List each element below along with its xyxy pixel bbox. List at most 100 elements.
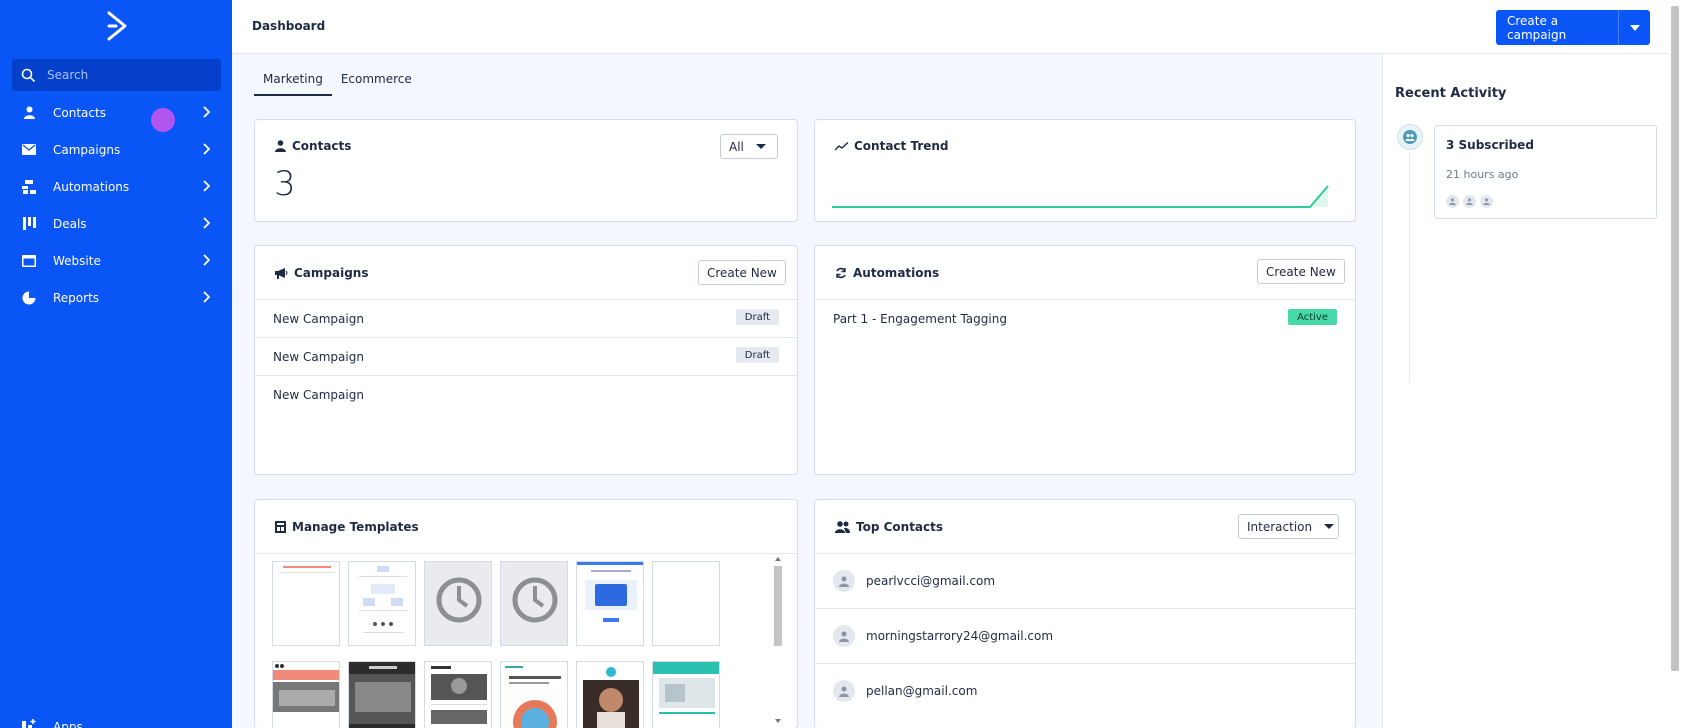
create-campaign-label: Create a campaign xyxy=(1507,13,1567,42)
sidebar-item-website[interactable]: Website xyxy=(0,242,232,279)
pie-chart-icon xyxy=(22,291,36,305)
manage-templates-card: Manage Templates xyxy=(254,499,798,728)
sidebar-item-label: Apps xyxy=(53,720,83,728)
search-icon xyxy=(21,68,35,82)
card-title: Contact Trend xyxy=(835,139,949,153)
top-contacts-title: Top Contacts xyxy=(856,520,944,534)
template-thumbnail[interactable] xyxy=(652,561,720,646)
card-title: Campaigns xyxy=(275,266,368,280)
contacts-filter-dropdown[interactable]: All xyxy=(720,134,778,159)
sidebar-item-label: Campaigns xyxy=(53,142,121,157)
contact-email: pearlvcci@gmail.com xyxy=(866,574,996,588)
sidebar-item-apps[interactable]: Apps xyxy=(0,712,232,728)
automations-title: Automations xyxy=(853,266,940,280)
contacts-filter-value: All xyxy=(729,139,744,154)
card-title: Contacts xyxy=(275,139,351,153)
create-new-campaign-button[interactable]: Create New xyxy=(698,260,786,285)
template-thumbnail[interactable] xyxy=(576,661,644,728)
activity-avatars xyxy=(1446,195,1493,208)
contacts-count: 3 xyxy=(274,164,296,204)
template-thumbnail[interactable] xyxy=(500,661,568,728)
campaign-row[interactable]: New Campaign Draft xyxy=(255,299,797,337)
contact-trend-sparkline xyxy=(832,185,1329,208)
sidebar-nav: Contacts Campaigns Automations Deals Web… xyxy=(0,94,232,316)
scrollbar-thumb[interactable] xyxy=(1671,6,1679,671)
tab-ecommerce[interactable]: Ecommerce xyxy=(332,70,421,96)
contact-row[interactable]: morningstarrory24@gmail.com xyxy=(815,608,1355,663)
template-thumbnail[interactable] xyxy=(652,661,720,728)
cursor-indicator xyxy=(151,108,175,132)
template-icon xyxy=(275,521,286,533)
sidebar-item-reports[interactable]: Reports xyxy=(0,279,232,316)
status-badge: Active xyxy=(1288,309,1337,325)
sidebar-item-label: Website xyxy=(53,253,101,268)
pipeline-icon xyxy=(22,217,36,231)
sidebar-item-label: Deals xyxy=(53,216,87,231)
avatar[interactable] xyxy=(1480,195,1493,208)
tab-marketing[interactable]: Marketing xyxy=(254,70,332,96)
campaigns-card: Campaigns Create New New Campaign Draft … xyxy=(254,245,798,475)
template-thumbnail-pending[interactable] xyxy=(500,561,568,646)
refresh-icon xyxy=(836,267,846,279)
envelope-icon xyxy=(22,143,36,157)
templates-scrollbar[interactable] xyxy=(773,556,783,724)
clock-icon xyxy=(436,577,482,623)
avatar xyxy=(833,570,855,592)
contacts-card: Contacts All 3 xyxy=(254,119,798,222)
caret-down-icon[interactable] xyxy=(1619,24,1650,31)
timeline-line xyxy=(1409,152,1410,382)
chevron-right-icon xyxy=(203,180,210,192)
avatar[interactable] xyxy=(1463,195,1476,208)
contact-trend-card: Contact Trend xyxy=(814,119,1356,222)
automation-name: Part 1 - Engagement Tagging xyxy=(833,312,1007,326)
card-title: Manage Templates xyxy=(275,520,419,534)
template-thumbnail[interactable] xyxy=(272,661,340,728)
sidebar: Search Contacts Campaigns Automations De… xyxy=(0,0,232,728)
template-thumbnail[interactable] xyxy=(576,561,644,646)
contacts-title: Contacts xyxy=(292,139,352,153)
contact-email: pellan@gmail.com xyxy=(866,684,978,698)
sidebar-item-label: Automations xyxy=(53,179,130,194)
card-title: Top Contacts xyxy=(835,520,943,534)
recent-activity-panel: Recent Activity 3 Subscribed 21 hours ag… xyxy=(1382,54,1668,728)
activity-item[interactable]: 3 Subscribed 21 hours ago xyxy=(1434,125,1657,219)
campaign-row[interactable]: New Campaign xyxy=(255,375,797,413)
divider xyxy=(255,553,797,554)
create-new-automation-button[interactable]: Create New xyxy=(1257,259,1345,284)
automations-card: Automations Create New Part 1 - Engageme… xyxy=(814,245,1356,475)
template-thumbnail[interactable] xyxy=(348,661,416,728)
chevron-right-icon xyxy=(203,106,210,118)
chevron-right-icon xyxy=(203,217,210,229)
megaphone-icon xyxy=(275,267,288,279)
search-placeholder: Search xyxy=(47,68,89,82)
avatar[interactable] xyxy=(1446,195,1459,208)
sidebar-item-contacts[interactable]: Contacts xyxy=(0,94,232,131)
chevron-right-icon xyxy=(203,291,210,303)
search-input[interactable]: Search xyxy=(12,59,221,91)
subscribers-icon xyxy=(1397,124,1423,150)
trend-line-icon xyxy=(835,141,848,150)
template-thumbnail-pending[interactable] xyxy=(424,561,492,646)
page-scrollbar[interactable] xyxy=(1668,0,1682,728)
template-thumbnail[interactable] xyxy=(424,661,492,728)
automation-row[interactable]: Part 1 - Engagement Tagging Active xyxy=(815,299,1355,337)
contact-row[interactable]: pearlvcci@gmail.com xyxy=(815,553,1355,608)
status-badge: Draft xyxy=(735,309,779,325)
top-contacts-card: Top Contacts Interaction pearlvcci@gmail… xyxy=(814,499,1356,728)
interaction-filter-dropdown[interactable]: Interaction xyxy=(1238,514,1339,539)
template-thumbnail[interactable] xyxy=(272,561,340,646)
card-title: Automations xyxy=(835,266,939,280)
chevron-right-icon xyxy=(203,143,210,155)
sidebar-item-deals[interactable]: Deals xyxy=(0,205,232,242)
contact-email: morningstarrory24@gmail.com xyxy=(866,629,1054,643)
activity-time: 21 hours ago xyxy=(1446,168,1519,181)
activecampaign-logo-icon[interactable] xyxy=(104,10,130,42)
sidebar-item-campaigns[interactable]: Campaigns xyxy=(0,131,232,168)
template-thumbnail[interactable] xyxy=(348,561,416,646)
chevron-right-icon xyxy=(203,254,210,266)
sidebar-item-automations[interactable]: Automations xyxy=(0,168,232,205)
create-campaign-button[interactable]: Create a campaign xyxy=(1496,10,1650,45)
campaign-row[interactable]: New Campaign Draft xyxy=(255,337,797,375)
contact-row[interactable]: pellan@gmail.com xyxy=(815,663,1355,718)
flow-icon xyxy=(22,179,36,194)
